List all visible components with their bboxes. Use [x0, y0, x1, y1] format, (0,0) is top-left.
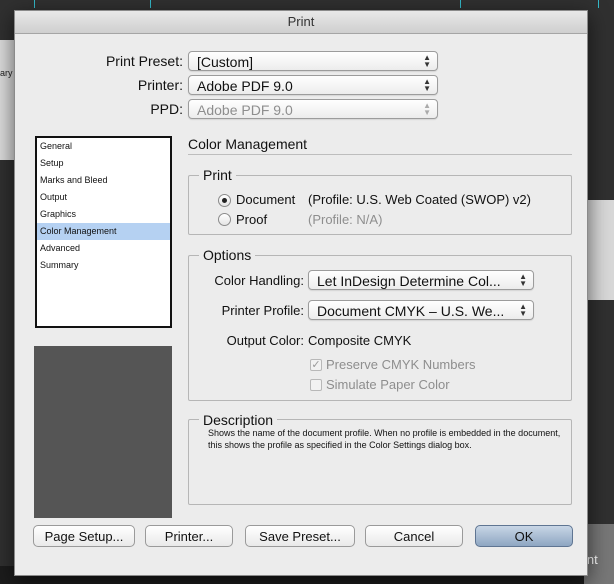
preserve-cmyk-label: Preserve CMYK Numbers: [326, 357, 476, 372]
guide-line: [34, 0, 35, 8]
document-radio[interactable]: [218, 194, 231, 207]
updown-arrows-icon: ▲ ▼: [519, 302, 527, 318]
printer-button[interactable]: Printer...: [145, 525, 233, 547]
description-text: Shows the name of the document profile. …: [208, 428, 561, 450]
guide-line: [598, 0, 599, 8]
updown-arrows-icon: ▲ ▼: [423, 53, 431, 69]
printer-value: Adobe PDF 9.0: [197, 78, 293, 94]
printer-profile-value: Document CMYK – U.S. We...: [317, 303, 505, 319]
options-group-title: Options: [199, 247, 256, 263]
ppd-popup: Adobe PDF 9.0 ▲ ▼: [188, 99, 438, 119]
ppd-label: PPD:: [150, 101, 183, 117]
sidebar-item-color-management[interactable]: Color Management: [37, 223, 170, 240]
proof-radio[interactable]: [218, 213, 231, 226]
page-preview: [34, 346, 172, 518]
background-panel-right: [586, 200, 614, 300]
ppd-value: Adobe PDF 9.0: [197, 102, 293, 118]
updown-arrows-icon: ▲ ▼: [423, 101, 431, 117]
updown-arrows-icon: ▲ ▼: [519, 272, 527, 288]
document-radio-label[interactable]: Document: [236, 192, 295, 207]
window-title: Print: [15, 11, 587, 34]
category-list[interactable]: General Setup Marks and Bleed Output Gra…: [35, 136, 172, 328]
printer-profile-popup[interactable]: Document CMYK – U.S. We... ▲ ▼: [308, 300, 534, 320]
sidebar-item-graphics[interactable]: Graphics: [37, 206, 170, 223]
printer-popup[interactable]: Adobe PDF 9.0 ▲ ▼: [188, 75, 438, 95]
section-title: Color Management: [188, 136, 308, 152]
sidebar-item-advanced[interactable]: Advanced: [37, 240, 170, 257]
sidebar-item-setup[interactable]: Setup: [37, 155, 170, 172]
print-group-title: Print: [199, 167, 236, 183]
print-preset-value: [Custom]: [197, 54, 254, 70]
preserve-cmyk-checkbox: ✓: [310, 359, 322, 371]
updown-arrows-icon: ▲ ▼: [423, 77, 431, 93]
printer-profile-label: Printer Profile:: [221, 303, 304, 318]
cancel-button[interactable]: Cancel: [365, 525, 463, 547]
output-color-value: Composite CMYK: [308, 333, 412, 348]
section-divider: [188, 154, 572, 155]
color-handling-popup[interactable]: Let InDesign Determine Col... ▲ ▼: [308, 270, 534, 290]
guide-line: [150, 0, 151, 8]
color-handling-value: Let InDesign Determine Col...: [317, 273, 501, 289]
output-color-label: Output Color:: [226, 333, 304, 348]
background-text-left: ary: [0, 68, 13, 78]
background-button-fragment: int: [584, 524, 614, 584]
document-profile-text: (Profile: U.S. Web Coated (SWOP) v2): [308, 192, 531, 207]
sidebar-item-summary[interactable]: Summary: [37, 257, 170, 274]
sidebar-item-marks-and-bleed[interactable]: Marks and Bleed: [37, 172, 170, 189]
print-preset-popup[interactable]: [Custom] ▲ ▼: [188, 51, 438, 71]
simulate-paper-label: Simulate Paper Color: [326, 377, 450, 392]
save-preset-button[interactable]: Save Preset...: [245, 525, 355, 547]
guide-line: [460, 0, 461, 8]
page-setup-button[interactable]: Page Setup...: [33, 525, 135, 547]
print-preset-label: Print Preset:: [105, 53, 183, 69]
sidebar-item-output[interactable]: Output: [37, 189, 170, 206]
printer-label: Printer:: [137, 77, 183, 93]
color-handling-label: Color Handling:: [214, 273, 304, 288]
simulate-paper-checkbox: [310, 379, 322, 391]
checkmark-icon: ✓: [311, 359, 321, 371]
background-panel-left: ary: [0, 40, 14, 160]
proof-radio-label[interactable]: Proof: [236, 212, 267, 227]
description-group-title: Description: [199, 412, 278, 428]
proof-profile-text: (Profile: N/A): [308, 212, 383, 227]
ok-button[interactable]: OK: [475, 525, 573, 547]
print-dialog: Print Print Preset: [Custom] ▲ ▼ Printer:…: [14, 10, 588, 576]
sidebar-item-general[interactable]: General: [37, 138, 170, 155]
